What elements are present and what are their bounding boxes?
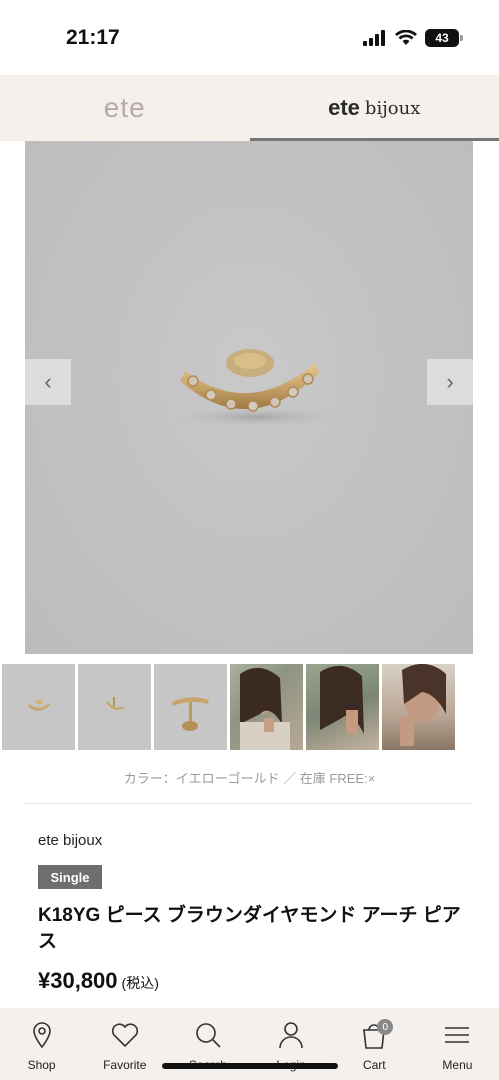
battery-level: 43 [435, 31, 449, 45]
price-value: ¥30,800 [38, 968, 118, 993]
earring-side-thumbnail-image [106, 697, 124, 710]
chevron-left-icon: ‹ [44, 369, 52, 394]
cart-count-badge: 0 [377, 1019, 394, 1035]
model-thumbnail-image [320, 665, 364, 734]
tab-ete[interactable]: ete [0, 75, 250, 141]
model-thumbnail-image [400, 664, 446, 746]
nav-cart-label: Cart [362, 1058, 386, 1072]
thumbnail-5[interactable] [306, 664, 379, 750]
tab-ete-label: ete [103, 92, 146, 123]
gallery-prev-button[interactable]: ‹ [25, 359, 71, 405]
cellular-signal-icon [363, 30, 385, 46]
battery-icon: 43 [425, 29, 463, 47]
model-thumbnail-image [240, 667, 290, 750]
nav-favorite-label: Favorite [103, 1058, 147, 1072]
product-price: ¥30,800 (税込) [38, 968, 159, 994]
home-indicator[interactable] [162, 1063, 338, 1069]
nav-menu-label: Menu [442, 1058, 473, 1072]
nav-favorite[interactable]: Favorite [83, 1008, 166, 1080]
user-icon [279, 1022, 303, 1049]
earring-thumbnail-image [28, 699, 50, 711]
thumbnail-1[interactable] [2, 664, 75, 750]
single-badge: Single [38, 865, 102, 889]
nav-shop-label: Shop [27, 1058, 56, 1072]
nav-menu[interactable]: Menu [416, 1008, 499, 1080]
nav-login[interactable]: Login [250, 1008, 333, 1080]
map-pin-icon [32, 1022, 51, 1049]
thumbnail-3[interactable] [154, 664, 227, 750]
divider [25, 803, 473, 804]
search-icon [196, 1023, 221, 1048]
earring-closeup-thumbnail-image [172, 697, 209, 731]
bottom-nav: Shop Favorite Search Login 0 Cart [0, 1008, 499, 1080]
tax-note: (税込) [121, 975, 159, 991]
status-icons: 43 [363, 27, 463, 49]
product-main-image[interactable]: ‹ › [25, 141, 473, 654]
nav-shop[interactable]: Shop [0, 1008, 83, 1080]
tab-ete-bijoux-sub: bijoux [364, 97, 421, 119]
nav-cart[interactable]: 0 Cart [333, 1008, 416, 1080]
variant-stock-info: カラー：イエローゴールド ／ 在庫 FREE:× [123, 771, 376, 786]
nav-search[interactable]: Search [166, 1008, 249, 1080]
product-brand[interactable]: ete bijoux [38, 832, 102, 849]
brand-tabs: ete ete bijoux [0, 75, 499, 141]
wifi-icon [395, 30, 417, 45]
hamburger-menu-icon [445, 1027, 470, 1043]
chevron-right-icon: › [446, 369, 454, 394]
tab-ete-bijoux[interactable]: ete bijoux [249, 75, 499, 141]
status-time: 21:17 [66, 26, 120, 49]
thumbnail-strip [2, 664, 455, 750]
earring-image [172, 349, 342, 427]
thumbnail-4[interactable] [230, 664, 303, 750]
status-bar: 21:17 43 [0, 0, 499, 75]
product-title: K18YG ピース ブラウンダイヤモンド アーチ ピアス [38, 905, 461, 952]
thumbnail-2[interactable] [78, 664, 151, 750]
heart-icon [111, 1023, 138, 1048]
gallery-next-button[interactable]: › [427, 359, 473, 405]
thumbnail-6[interactable] [382, 664, 455, 750]
tab-ete-bijoux-label: ete [328, 95, 360, 120]
